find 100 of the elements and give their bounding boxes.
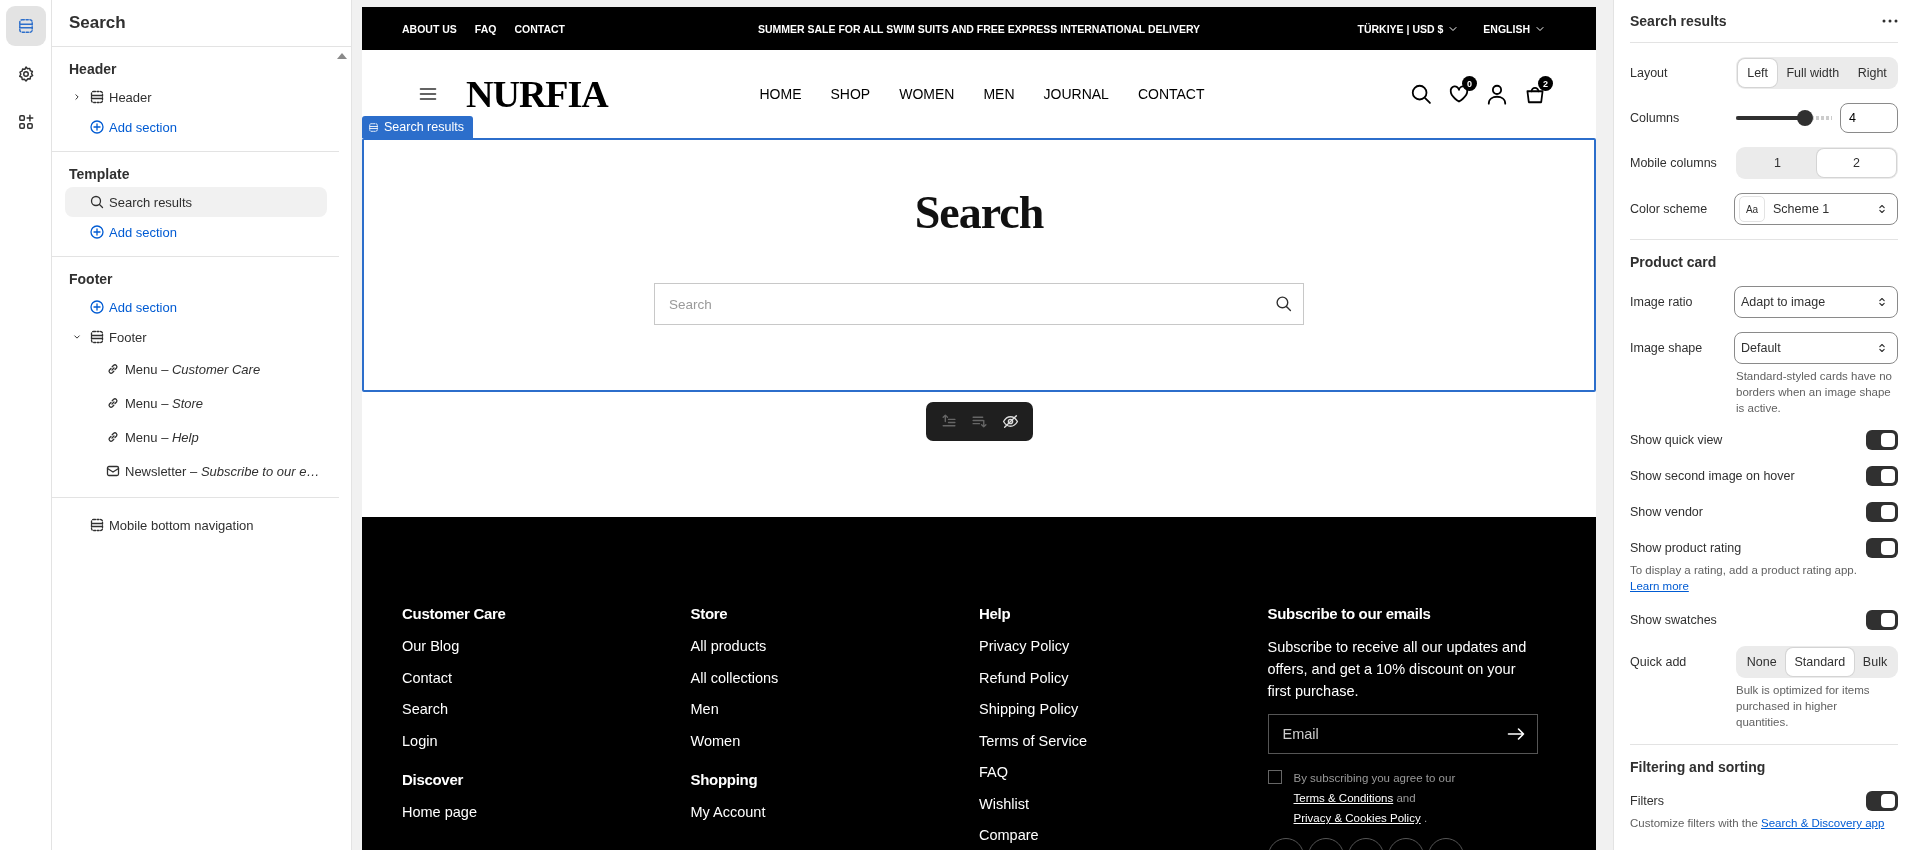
nav-link[interactable]: SHOP xyxy=(830,86,871,102)
footer-link[interactable]: Privacy Policy xyxy=(979,636,1070,656)
footer-link[interactable]: Contact xyxy=(402,667,452,688)
footer-link[interactable]: Men xyxy=(690,699,719,719)
footer-link[interactable]: Shipping Policy xyxy=(979,699,1079,719)
footer-link[interactable]: Women xyxy=(690,730,741,751)
footer-link[interactable]: FAQ xyxy=(979,762,1008,782)
toggle-switch[interactable] xyxy=(1866,538,1898,558)
rail-button[interactable] xyxy=(5,6,46,46)
segment-option[interactable]: Left xyxy=(1738,59,1778,87)
footer-heading: Customer Care xyxy=(402,604,507,624)
footer-link[interactable]: Login xyxy=(402,730,438,751)
select-field[interactable]: Aa Scheme 1 xyxy=(1734,193,1898,225)
scroll-up-icon[interactable] xyxy=(337,52,347,60)
link-icon xyxy=(105,429,121,445)
segment-option[interactable]: Right xyxy=(1848,59,1896,87)
footer-heading: Subscribe to our emails xyxy=(1267,604,1432,624)
search-icon xyxy=(89,194,105,210)
toggle-switch[interactable] xyxy=(1866,430,1898,450)
search-field[interactable]: Search xyxy=(654,283,1304,325)
terms-link[interactable]: Terms & Conditions xyxy=(1293,792,1394,804)
footer-link[interactable]: Terms of Service xyxy=(979,730,1087,751)
privacy-link[interactable]: Privacy & Cookies Policy xyxy=(1293,812,1421,824)
consent-checkbox[interactable] xyxy=(1267,770,1282,784)
top-link[interactable]: FAQ xyxy=(474,22,497,35)
sidebar-item[interactable]: Newsletter – Subscribe to our e… xyxy=(65,454,327,488)
nav-link[interactable]: WOMEN xyxy=(899,86,955,102)
locale-selector[interactable]: ENGLISH xyxy=(1483,22,1546,35)
footer-link[interactable]: Our Blog xyxy=(402,636,460,656)
sidebar-item[interactable]: Menu – Store xyxy=(65,386,327,420)
add-section-link[interactable]: Add section xyxy=(65,217,327,247)
footer-heading: Discover xyxy=(402,769,464,790)
nav-link[interactable]: HOME xyxy=(759,86,802,102)
footer-link[interactable]: My Account xyxy=(690,801,766,822)
wishlist-button[interactable]: 0 xyxy=(1448,76,1477,105)
store-logo[interactable]: NURFIA xyxy=(466,72,608,116)
footer-link[interactable]: All collections xyxy=(690,667,779,688)
email-field[interactable]: Email xyxy=(1267,714,1538,754)
settings-icon xyxy=(16,65,35,83)
footer-heading: Shopping xyxy=(690,769,759,790)
select-field[interactable]: Default xyxy=(1734,332,1898,364)
color-swatch: Aa xyxy=(1739,196,1765,222)
sidebar-item[interactable]: Menu – Customer Care xyxy=(65,352,327,386)
footer-link[interactable]: Compare xyxy=(979,825,1039,845)
number-field[interactable]: 4 xyxy=(1840,103,1898,133)
top-link[interactable]: CONTACT xyxy=(514,22,565,35)
segment-option[interactable]: Standard xyxy=(1785,648,1854,676)
layout-icon xyxy=(89,89,105,105)
footer-link[interactable]: Wishlist xyxy=(979,793,1029,814)
setting-label: Show second image on hover xyxy=(1630,469,1796,483)
setting-label: Show swatches xyxy=(1630,613,1718,627)
toggle-switch[interactable] xyxy=(1866,466,1898,486)
more-icon[interactable] xyxy=(1882,19,1898,23)
section-tag[interactable]: Search results xyxy=(362,116,473,138)
heart-icon xyxy=(1448,83,1470,105)
help-link[interactable]: Search & Discovery app xyxy=(1761,817,1885,829)
layout-icon xyxy=(89,329,105,345)
layout-icon xyxy=(89,517,105,533)
sidebar-item[interactable]: Header xyxy=(65,82,327,112)
footer-link[interactable]: Refund Policy xyxy=(979,667,1069,688)
segment-option[interactable]: 1 xyxy=(1738,149,1817,177)
segment-option[interactable]: 2 xyxy=(1817,149,1896,177)
locale-selector[interactable]: TÜRKIYE | USD $ xyxy=(1357,22,1460,35)
toggle-switch[interactable] xyxy=(1866,502,1898,522)
selected-section[interactable]: Search Search xyxy=(362,138,1596,392)
page-heading: Search xyxy=(914,186,1044,239)
search-icon xyxy=(1275,295,1292,312)
sidebar-item[interactable]: Search results xyxy=(65,187,327,217)
slider[interactable] xyxy=(1736,110,1832,126)
add-icon xyxy=(89,224,105,240)
toggle-switch[interactable] xyxy=(1866,791,1898,811)
top-link[interactable]: ABOUT US xyxy=(402,22,457,35)
footer-heading: Store xyxy=(690,604,729,624)
footer-link[interactable]: All products xyxy=(690,636,767,656)
setting-label: Show vendor xyxy=(1630,505,1704,519)
sidebar-item[interactable]: Footer xyxy=(65,322,327,352)
select-field[interactable]: Adapt to image xyxy=(1734,286,1898,318)
footer-link[interactable]: Search xyxy=(402,699,448,719)
cart-button[interactable]: 2 xyxy=(1524,76,1553,105)
setting-label: Show product rating xyxy=(1630,541,1743,555)
segment-option[interactable]: Bulk xyxy=(1854,648,1896,676)
setting-label: Columns xyxy=(1630,111,1681,125)
segment-option[interactable]: None xyxy=(1738,648,1786,676)
nav-link[interactable]: CONTACT xyxy=(1137,86,1205,102)
add-section-link[interactable]: Add section xyxy=(65,292,327,322)
help-link[interactable]: Learn more xyxy=(1630,580,1689,592)
setting-label: Color scheme xyxy=(1630,202,1709,216)
count-badge: 0 xyxy=(1462,76,1477,91)
sidebar-title: Search xyxy=(52,0,351,47)
sidebar-item[interactable]: Mobile bottom navigation xyxy=(65,510,327,540)
panel-title: Search results xyxy=(1630,13,1727,29)
hide-icon xyxy=(1001,413,1019,430)
nav-link[interactable]: MEN xyxy=(983,86,1015,102)
footer-link[interactable]: Home page xyxy=(402,801,477,822)
segment-option[interactable]: Full width xyxy=(1777,59,1849,87)
sidebar-item[interactable]: Menu – Help xyxy=(65,420,327,454)
toggle-switch[interactable] xyxy=(1866,610,1898,630)
setting-label: Image ratio xyxy=(1630,295,1694,309)
nav-link[interactable]: JOURNAL xyxy=(1043,86,1109,102)
add-section-link[interactable]: Add section xyxy=(65,112,327,142)
